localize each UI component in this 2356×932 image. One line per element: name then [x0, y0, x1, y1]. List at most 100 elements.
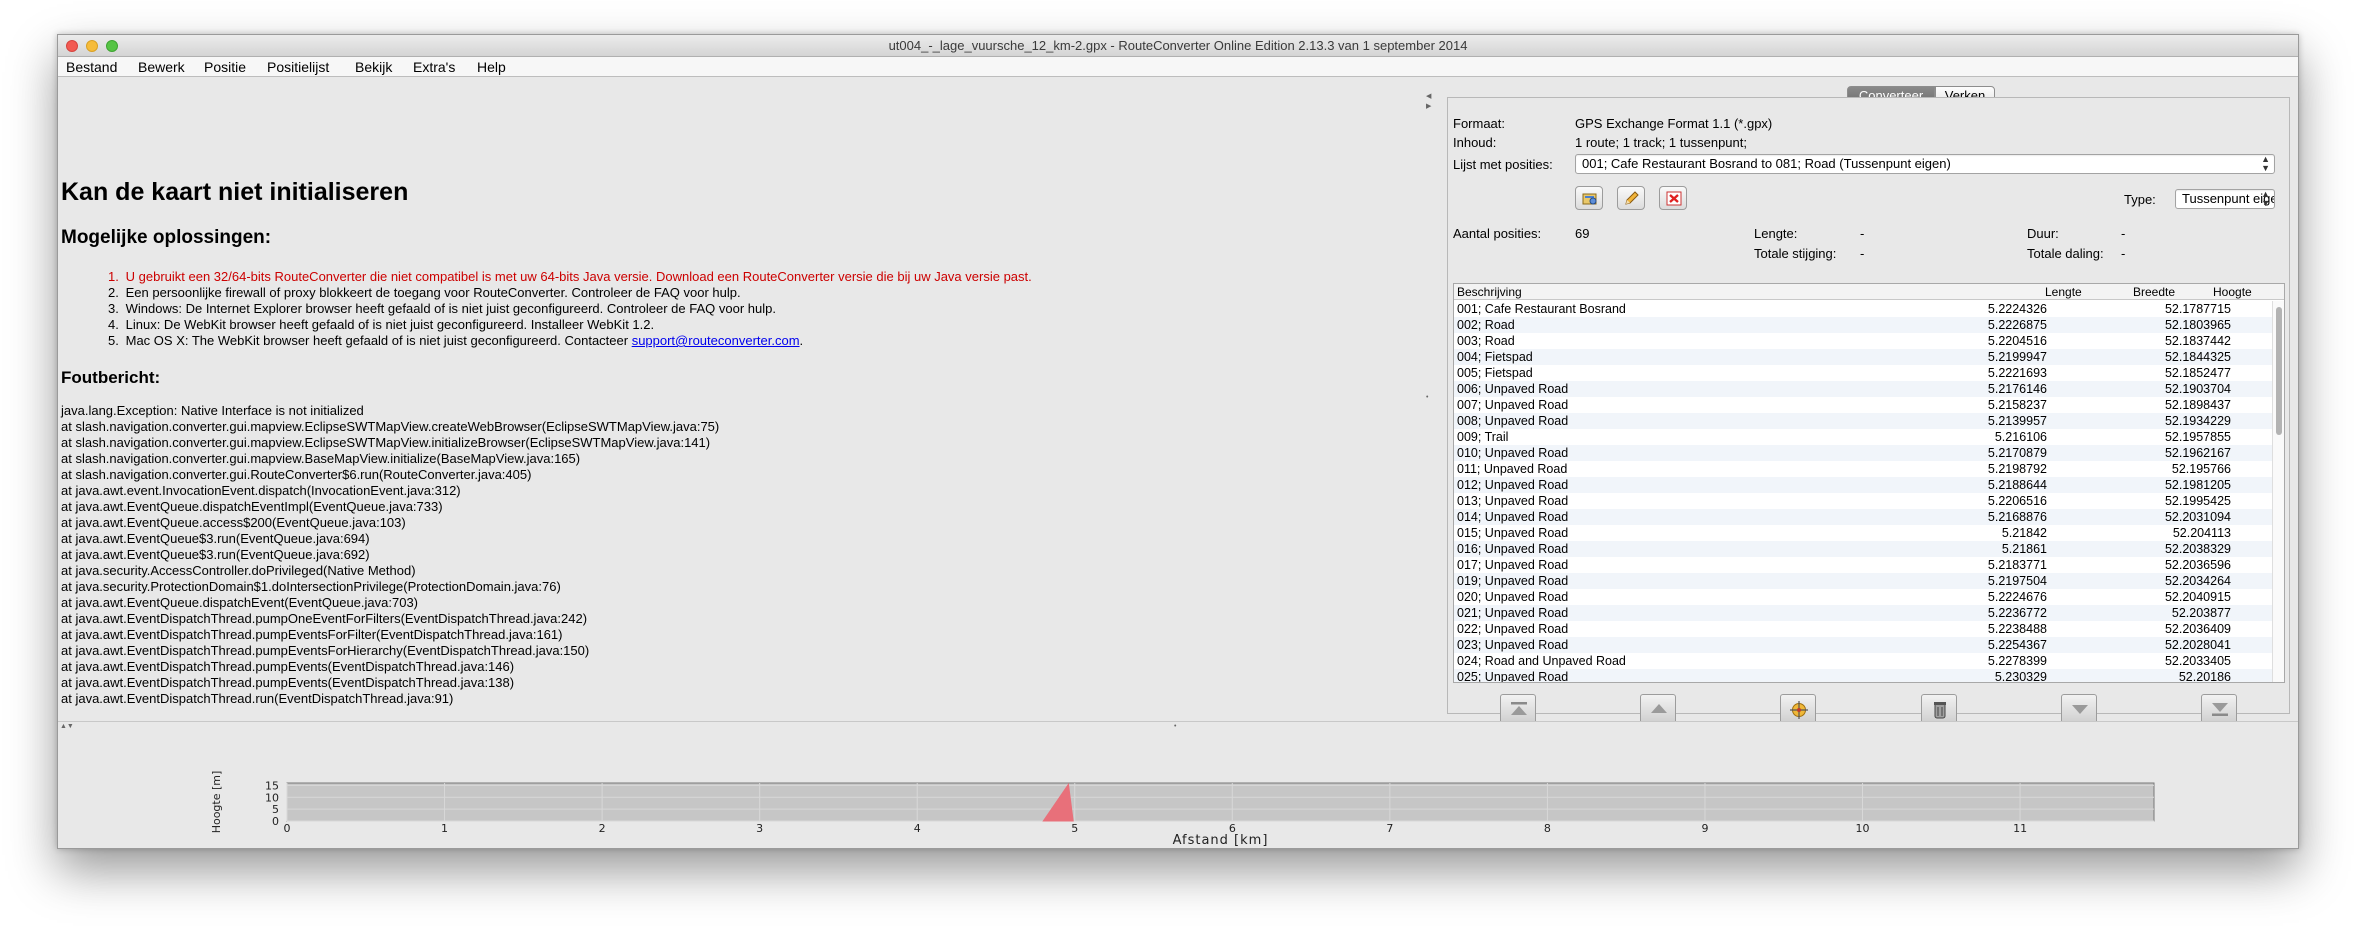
table-row[interactable]: 002; Road 5.2226875 52.1803965 [1454, 317, 2284, 333]
move-to-top-button[interactable] [1500, 694, 1536, 724]
table-row[interactable]: 008; Unpaved Road 5.2139957 52.1934229 [1454, 413, 2284, 429]
cell-description: 015; Unpaved Road [1457, 526, 1569, 540]
table-row[interactable]: 013; Unpaved Road 5.2206516 52.1995425 [1454, 493, 2284, 509]
title-bar[interactable]: ut004_-_lage_vuursche_12_km-2.gpx - Rout… [58, 35, 2298, 57]
type-select[interactable]: Tussenpunt eigen ▲ ▼ [2175, 189, 2275, 209]
table-row[interactable]: 009; Trail 5.216106 52.1957855 [1454, 429, 2284, 445]
cell-length: 5.2204516 [1987, 334, 2047, 348]
stacktrace-line: at slash.navigation.converter.gui.mapvie… [61, 451, 581, 466]
menu-help[interactable]: Help [477, 59, 506, 75]
table-row[interactable]: 019; Unpaved Road 5.2197504 52.2034264 [1454, 573, 2284, 589]
table-row[interactable]: 011; Unpaved Road 5.2198792 52.195766 [1454, 461, 2284, 477]
menu-extras[interactable]: Extra's [413, 59, 455, 75]
vertical-split-handle[interactable]: ◀ ▶ • [1426, 78, 1432, 720]
delete-icon [1666, 191, 1682, 206]
move-to-bottom-button[interactable] [2201, 694, 2237, 724]
cell-latitude: 52.1803965 [2164, 318, 2231, 332]
table-scrollbar[interactable] [2272, 301, 2284, 682]
move-down-icon [2072, 705, 2088, 714]
table-row[interactable]: 005; Fietspad 5.2221693 52.1852477 [1454, 365, 2284, 381]
cell-length: 5.21861 [2001, 542, 2047, 556]
cell-latitude: 52.1844325 [2164, 350, 2231, 364]
table-row[interactable]: 015; Unpaved Road 5.21842 52.204113 [1454, 525, 2284, 541]
column-header-length[interactable]: Lengte [2045, 285, 2082, 299]
stacktrace-line: at java.awt.EventDispatchThread.pumpEven… [61, 675, 515, 690]
table-row[interactable]: 021; Unpaved Road 5.2236772 52.203877 [1454, 605, 2284, 621]
cell-latitude: 52.2034264 [2164, 574, 2231, 588]
total-ascent-label: Totale stijging: [1754, 246, 1837, 261]
table-header: Beschrijving Lengte Breedte Hoogte [1454, 284, 2284, 300]
collapse-right-arrow-icon[interactable]: ◀ [1426, 92, 1431, 100]
table-row[interactable]: 025; Unpaved Road 5.230329 52.20186 [1454, 669, 2284, 682]
stacktrace-line: at java.awt.EventQueue.access$200(EventQ… [61, 515, 406, 530]
table-row[interactable]: 012; Unpaved Road 5.2188644 52.1981205 [1454, 477, 2284, 493]
cell-latitude: 52.2040915 [2164, 590, 2231, 604]
stacktrace-line: at java.awt.EventDispatchThread.pumpEven… [61, 627, 563, 642]
table-row[interactable]: 003; Road 5.2204516 52.1837442 [1454, 333, 2284, 349]
cell-length: 5.2197504 [1987, 574, 2047, 588]
column-header-elevation[interactable]: Hoogte [2213, 285, 2252, 299]
table-row[interactable]: 007; Unpaved Road 5.2158237 52.1898437 [1454, 397, 2284, 413]
table-row[interactable]: 001; Cafe Restaurant Bosrand 5.2224326 52.… [1454, 301, 2284, 317]
table-row[interactable]: 004; Fietspad 5.2199947 52.1844325 [1454, 349, 2284, 365]
table-row[interactable]: 006; Unpaved Road 5.2176146 52.1903704 [1454, 381, 2284, 397]
table-row[interactable]: 024; Road and Unpaved Road 5.2278399 52.20… [1454, 653, 2284, 669]
delete-positionlist-button[interactable] [1659, 186, 1687, 210]
solutions-heading: Mogelijke oplossingen: [61, 227, 272, 248]
stacktrace-line: at java.awt.EventQueue$3.run(EventQueue.… [61, 547, 370, 562]
cell-description: 016; Unpaved Road [1457, 542, 1569, 556]
move-up-button[interactable] [1640, 694, 1676, 724]
move-down-button[interactable] [2061, 694, 2097, 724]
cell-description: 003; Road [1457, 334, 1515, 348]
menu-positie[interactable]: Positie [204, 59, 246, 75]
stacktrace-line: at java.awt.EventDispatchThread.pumpEven… [61, 643, 590, 658]
menu-positielijst[interactable]: Positielijst [267, 59, 329, 75]
cell-length: 5.2170879 [1987, 446, 2047, 460]
menu-bekijk[interactable]: Bekijk [355, 59, 392, 75]
edit-positionlist-button[interactable] [1617, 186, 1645, 210]
cell-length: 5.2238488 [1987, 622, 2047, 636]
menu-bewerk[interactable]: Bewerk [138, 59, 185, 75]
cell-latitude: 52.2033405 [2164, 654, 2231, 668]
table-row[interactable]: 014; Unpaved Road 5.2168876 52.2031094 [1454, 509, 2284, 525]
delete-position-button[interactable] [1921, 694, 1957, 724]
x-tick-label: 1 [441, 822, 448, 835]
add-position-button[interactable] [1780, 694, 1816, 724]
cell-latitude: 52.2036409 [2164, 622, 2231, 636]
table-row[interactable]: 010; Unpaved Road 5.2170879 52.1962167 [1454, 445, 2284, 461]
table-row[interactable]: 016; Unpaved Road 5.21861 52.2038329 [1454, 541, 2284, 557]
menu-bestand[interactable]: Bestand [66, 59, 117, 75]
column-header-latitude[interactable]: Breedte [2133, 285, 2175, 299]
collapse-left-arrow-icon[interactable]: ▶ [1426, 102, 1431, 110]
pencil-icon [1625, 191, 1639, 205]
map-error-panel: Kan de kaart niet initialiseren Mogelijk… [58, 78, 1435, 720]
stacktrace-line: at java.awt.event.InvocationEvent.dispat… [61, 483, 461, 498]
cell-length: 5.2221693 [1987, 366, 2047, 380]
menu-bar: Bestand Bewerk Positie Positielijst Beki… [58, 57, 2298, 77]
x-tick-label: 0 [284, 822, 291, 835]
table-row[interactable]: 020; Unpaved Road 5.2224676 52.2040915 [1454, 589, 2284, 605]
cell-description: 020; Unpaved Road [1457, 590, 1569, 604]
elevation-profile-panel: ▲▼ • 0 1 2 3 4 5 6 7 8 9 10 11 0 5 10 15 Afstand [km] Hoo… [58, 721, 2298, 849]
cell-latitude: 52.1852477 [2164, 366, 2231, 380]
cell-latitude: 52.204113 [2172, 526, 2231, 540]
converter-panel: Converteer Verken Formaat: GPS Exchange … [1447, 78, 2292, 724]
cell-length: 5.2183771 [1987, 558, 2047, 572]
cell-description: 009; Trail [1457, 430, 1509, 444]
support-email-link[interactable]: support@routeconverter.com [632, 333, 800, 348]
x-tick-label: 10 [1856, 822, 1870, 835]
cell-latitude: 52.1898437 [2164, 398, 2231, 412]
table-row[interactable]: 017; Unpaved Road 5.2183771 52.2036596 [1454, 557, 2284, 573]
cell-description: 002; Road [1457, 318, 1515, 332]
positions-table[interactable]: Beschrijving Lengte Breedte Hoogte 001; … [1453, 283, 2285, 683]
table-row[interactable]: 023; Unpaved Road 5.2254367 52.2028041 [1454, 637, 2284, 653]
table-scrollbar-thumb[interactable] [2276, 307, 2282, 435]
table-row[interactable]: 022; Unpaved Road 5.2238488 52.2036409 [1454, 621, 2284, 637]
stacktrace-line: java.lang.Exception: Native Interface is… [61, 403, 364, 418]
positions-list-select[interactable]: 001; Cafe Restaurant Bosrand to 081; Roa… [1575, 154, 2275, 174]
column-header-description[interactable]: Beschrijving [1457, 285, 1522, 299]
move-up-icon [1651, 704, 1667, 713]
cell-description: 024; Road and Unpaved Road [1457, 654, 1626, 668]
elevation-chart[interactable]: 0 1 2 3 4 5 6 7 8 9 10 11051015Afstand [km]Hoogte [… [58, 722, 2298, 849]
open-positionlist-button[interactable] [1575, 186, 1603, 210]
